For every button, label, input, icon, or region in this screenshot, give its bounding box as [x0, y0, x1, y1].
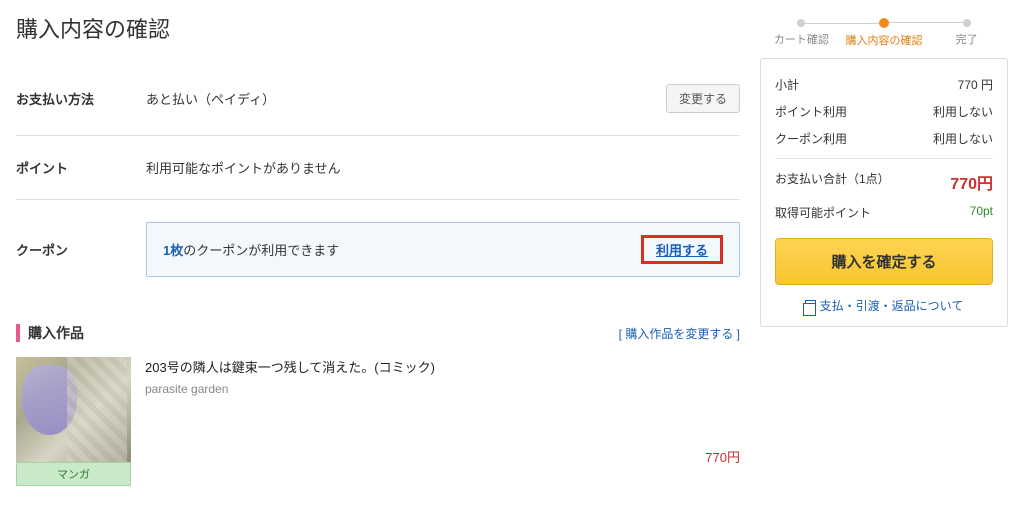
order-summary: 小計 770 円 ポイント利用 利用しない クーポン利用 利用しない お支払い合… [760, 58, 1008, 327]
change-payment-button[interactable]: 変更する [666, 84, 740, 113]
subtotal-value: 770 円 [958, 76, 993, 93]
step-label: カート確認 [760, 31, 843, 47]
points-label: ポイント [16, 158, 146, 177]
coupon-text: 1枚のクーポンが利用できます [163, 240, 641, 259]
coupon-label: クーポン [16, 240, 146, 259]
coupon-desc: のクーポンが利用できます [183, 243, 339, 258]
confirm-purchase-button[interactable]: 購入を確定する [775, 238, 993, 285]
coupon-row: クーポン 1枚のクーポンが利用できます 利用する [16, 200, 740, 299]
use-coupon-link[interactable]: 利用する [656, 243, 708, 258]
coupon-highlight: 利用する [641, 235, 723, 264]
change-items-link[interactable]: [ 購入作品を変更する ] [619, 325, 740, 342]
product-item: マンガ 203号の隣人は鍵束一つ残して消えた。(コミック) parasite g… [16, 357, 740, 486]
points-value: 利用可能なポイントがありません [146, 158, 740, 177]
coupon-count: 1枚 [163, 243, 183, 258]
policy-text: 支払・引渡・返品について [820, 297, 964, 314]
coupon-use-label: クーポン利用 [775, 130, 847, 147]
page-title: 購入内容の確認 [16, 12, 740, 44]
total-value: 770円 [950, 170, 993, 194]
external-link-icon [805, 300, 816, 311]
product-thumbnail[interactable] [16, 357, 131, 462]
step-dot-icon [879, 18, 889, 28]
step-dot-icon [797, 19, 805, 27]
payment-label: お支払い方法 [16, 89, 146, 108]
product-price: 770円 [145, 447, 740, 486]
products-section-title: 購入作品 [28, 323, 619, 343]
coupon-use-value: 利用しない [933, 130, 993, 147]
product-title: 203号の隣人は鍵束一つ残して消えた。(コミック) [145, 357, 740, 376]
coupon-box: 1枚のクーポンが利用できます 利用する [146, 222, 740, 277]
point-use-label: ポイント利用 [775, 103, 847, 120]
product-author: parasite garden [145, 382, 740, 396]
step-done: 完了 [925, 19, 1008, 47]
category-badge: マンガ [16, 462, 131, 486]
progress-steps: カート確認 購入内容の確認 完了 [760, 18, 1008, 48]
section-accent-bar [16, 324, 20, 342]
payment-value: あと払い（ペイディ） [146, 89, 666, 108]
total-label: お支払い合計（1点） [775, 170, 890, 194]
step-dot-icon [963, 19, 971, 27]
point-use-value: 利用しない [933, 103, 993, 120]
points-row: ポイント 利用可能なポイントがありません [16, 136, 740, 200]
payment-row: お支払い方法 あと払い（ペイディ） 変更する [16, 62, 740, 136]
step-cart: カート確認 [760, 19, 843, 47]
step-label: 完了 [925, 31, 1008, 47]
earn-points-label: 取得可能ポイント [775, 204, 871, 221]
products-section-header: 購入作品 [ 購入作品を変更する ] [16, 323, 740, 343]
step-confirm: 購入内容の確認 [843, 18, 926, 48]
policy-link[interactable]: 支払・引渡・返品について [775, 297, 993, 314]
earn-points-value: 70pt [970, 204, 993, 221]
subtotal-label: 小計 [775, 76, 799, 93]
step-label: 購入内容の確認 [843, 32, 926, 48]
